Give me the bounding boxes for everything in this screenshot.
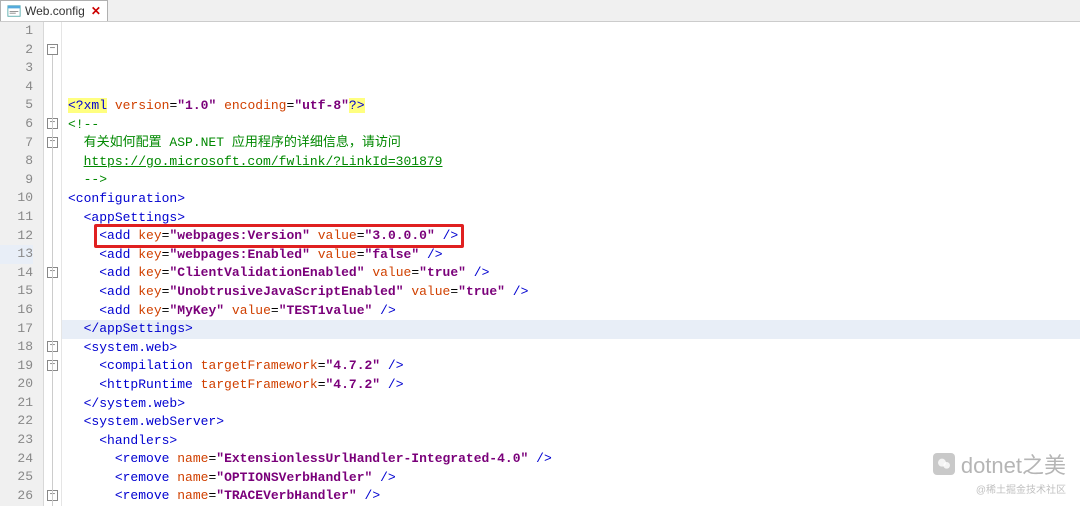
line-number: 4 xyxy=(0,78,33,97)
fold-column: −−−−−−− xyxy=(44,22,62,506)
file-icon xyxy=(7,4,21,18)
line-number: 2 xyxy=(0,41,33,60)
editor[interactable]: 1234567891011121314151617181920212223242… xyxy=(0,22,1080,506)
code-line[interactable]: <add key="UnobtrusiveJavaScriptEnabled" … xyxy=(62,283,1080,302)
tab-active[interactable]: Web.config ✕ xyxy=(0,0,108,21)
line-number: 23 xyxy=(0,431,33,450)
line-number: 21 xyxy=(0,394,33,413)
code-line[interactable]: <?xml version="1.0" encoding="utf-8"?> xyxy=(62,97,1080,116)
code-line[interactable]: --> xyxy=(62,171,1080,190)
code-line[interactable]: <system.webServer> xyxy=(62,413,1080,432)
code-line[interactable]: <handlers> xyxy=(62,432,1080,451)
code-line[interactable]: <remove name="ExtensionlessUrlHandler-In… xyxy=(62,450,1080,469)
code-line[interactable]: <remove name="TRACEVerbHandler" /> xyxy=(62,487,1080,506)
line-number: 14 xyxy=(0,264,33,283)
line-number: 11 xyxy=(0,208,33,227)
code-line[interactable]: <httpRuntime targetFramework="4.7.2" /> xyxy=(62,376,1080,395)
code-line[interactable]: <!-- xyxy=(62,116,1080,135)
line-number: 7 xyxy=(0,134,33,153)
line-number: 6 xyxy=(0,115,33,134)
line-number: 18 xyxy=(0,338,33,357)
code-line[interactable]: </system.web> xyxy=(62,395,1080,414)
line-number: 9 xyxy=(0,171,33,190)
line-number: 1 xyxy=(0,22,33,41)
line-number: 22 xyxy=(0,412,33,431)
line-number: 16 xyxy=(0,301,33,320)
line-number: 15 xyxy=(0,282,33,301)
line-number: 13 xyxy=(0,245,33,264)
code-line[interactable]: https://go.microsoft.com/fwlink/?LinkId=… xyxy=(62,153,1080,172)
code-line[interactable]: </appSettings> xyxy=(62,320,1080,339)
line-number: 8 xyxy=(0,152,33,171)
code-line[interactable]: <add key="MyKey" value="TEST1value" /> xyxy=(62,302,1080,321)
line-number: 25 xyxy=(0,468,33,487)
line-number: 26 xyxy=(0,487,33,506)
line-number: 10 xyxy=(0,189,33,208)
line-number-gutter: 1234567891011121314151617181920212223242… xyxy=(0,22,44,506)
code-line[interactable]: <add key="webpages:Enabled" value="false… xyxy=(62,246,1080,265)
line-number: 12 xyxy=(0,227,33,246)
tab-label: Web.config xyxy=(25,4,85,18)
code-line[interactable]: <configuration> xyxy=(62,190,1080,209)
line-number: 17 xyxy=(0,320,33,339)
code-line[interactable]: <add key="ClientValidationEnabled" value… xyxy=(62,264,1080,283)
tab-bar: Web.config ✕ xyxy=(0,0,1080,22)
line-number: 5 xyxy=(0,96,33,115)
line-number: 3 xyxy=(0,59,33,78)
line-number: 24 xyxy=(0,450,33,469)
code-line[interactable]: <appSettings> xyxy=(62,209,1080,228)
code-line[interactable]: 有关如何配置 ASP.NET 应用程序的详细信息，请访问 xyxy=(62,134,1080,153)
close-icon[interactable]: ✕ xyxy=(91,4,101,18)
line-number: 20 xyxy=(0,375,33,394)
fold-toggle[interactable]: − xyxy=(47,44,58,55)
code-line[interactable]: <compilation targetFramework="4.7.2" /> xyxy=(62,357,1080,376)
code-area[interactable]: dotnet之美 @稀土掘金技术社区 <?xml version="1.0" e… xyxy=(62,22,1080,506)
code-line[interactable]: <remove name="OPTIONSVerbHandler" /> xyxy=(62,469,1080,488)
line-number: 19 xyxy=(0,357,33,376)
code-line[interactable]: <system.web> xyxy=(62,339,1080,358)
code-line[interactable]: <add key="webpages:Version" value="3.0.0… xyxy=(62,227,1080,246)
